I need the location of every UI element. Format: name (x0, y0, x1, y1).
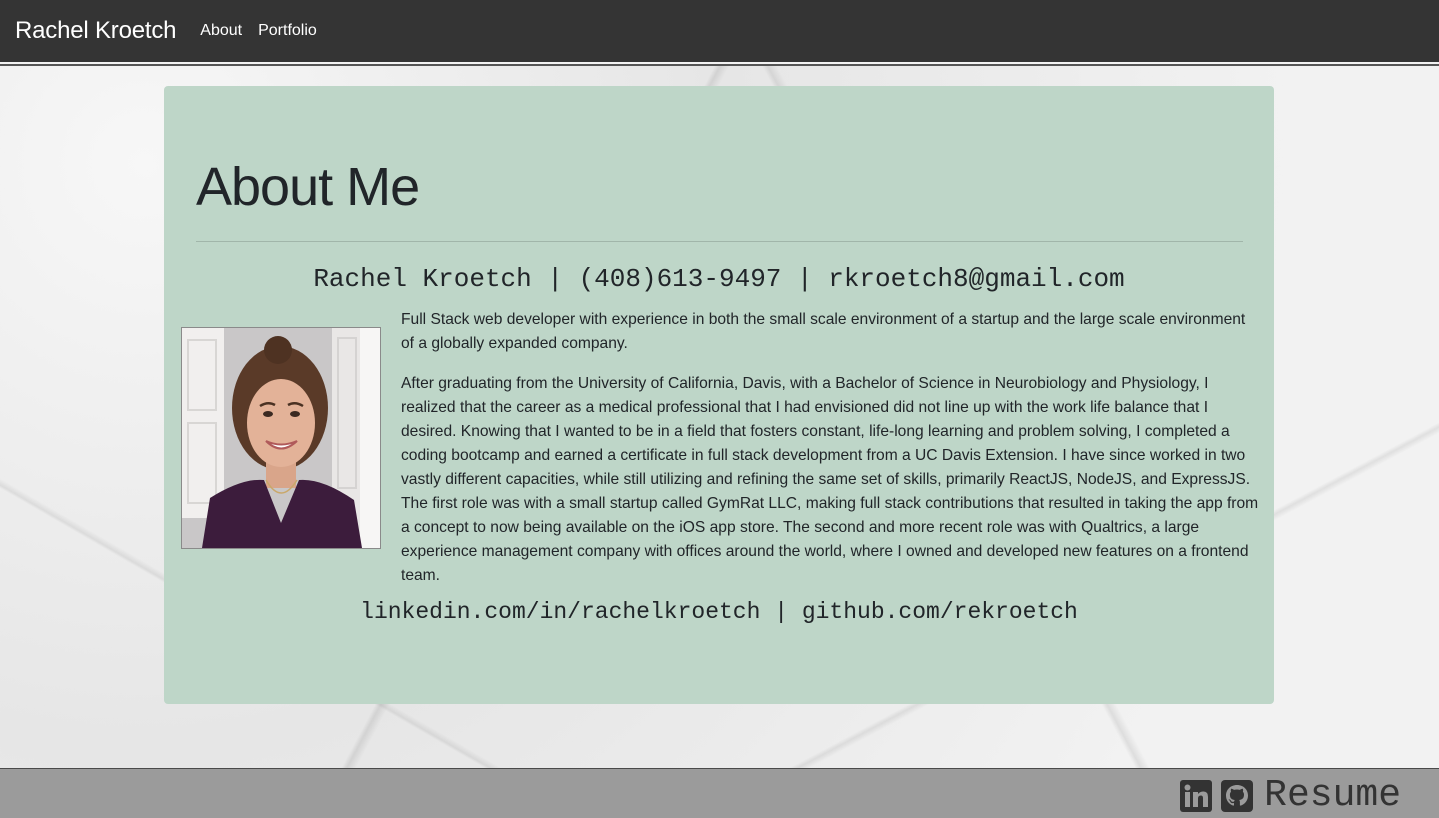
bio-text: Full Stack web developer with experience… (401, 308, 1261, 604)
resume-link[interactable]: Resume (1264, 777, 1401, 815)
footer-links: Resume (1180, 777, 1401, 815)
brand-link[interactable]: Rachel Kroetch (15, 17, 176, 45)
bio-paragraph: Full Stack web developer with experience… (401, 311, 1246, 352)
nav-link-portfolio[interactable]: Portfolio (258, 22, 317, 40)
footer: Resume (0, 768, 1439, 818)
linkedin-icon[interactable] (1180, 780, 1213, 812)
about-card: About Me Rachel Kroetch | (408)613-9497 … (164, 86, 1274, 704)
github-icon[interactable] (1221, 780, 1254, 812)
page-title: About Me (196, 157, 420, 217)
profile-photo (181, 327, 381, 549)
nav-link-about[interactable]: About (200, 22, 242, 40)
title-divider (196, 241, 1243, 242)
navbar: Rachel Kroetch About Portfolio (0, 0, 1439, 64)
bio-paragraph: After graduating from the University of … (401, 375, 1259, 584)
contact-info: Rachel Kroetch | (408)613-9497 | rkroetc… (313, 264, 1125, 294)
profile-links[interactable]: linkedin.com/in/rachelkroetch | github.c… (164, 599, 1274, 625)
